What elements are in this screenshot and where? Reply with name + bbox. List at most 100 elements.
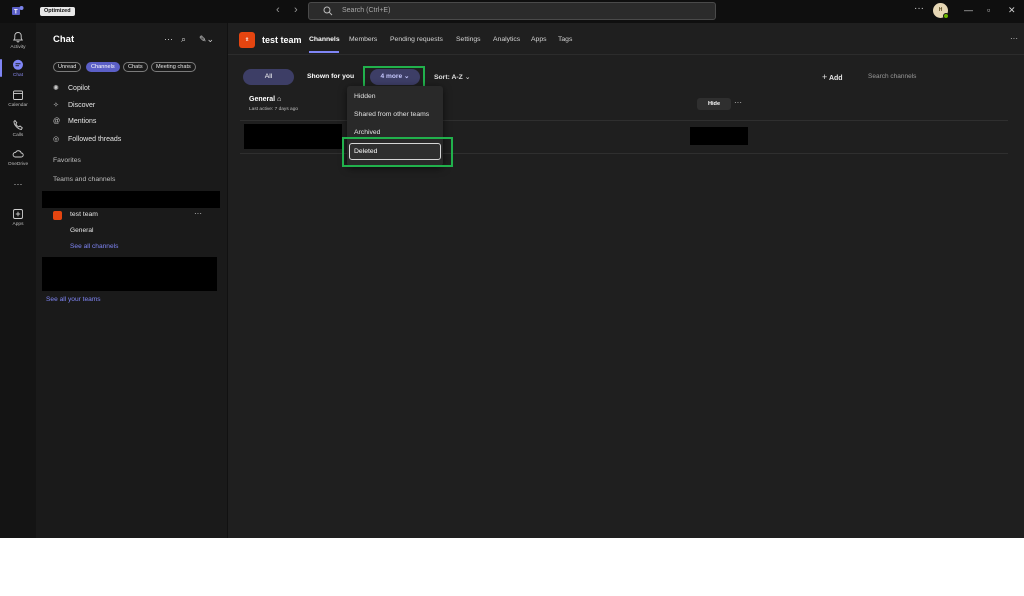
page-title: test team [262, 35, 302, 45]
sidebar-item-label: Mentions [68, 118, 97, 125]
copilot-icon: ✺ [53, 85, 59, 92]
rail-item-apps[interactable]: Apps [0, 204, 36, 232]
rail-item-chat[interactable]: Chat [0, 55, 36, 83]
sidebar-item-label: Copilot [68, 85, 90, 92]
plus-icon: + [822, 72, 828, 82]
phone-icon [13, 119, 23, 130]
title-bar: T Optimized ‹ › Search (Ctrl+E) ··· H — … [0, 0, 1024, 23]
highlight-box [342, 137, 453, 167]
more-options-icon[interactable]: ··· [1010, 34, 1018, 43]
rail-item-calendar[interactable]: Calendar [0, 85, 36, 113]
menu-item-archived[interactable]: Archived [354, 129, 380, 136]
add-label: Add [828, 75, 843, 82]
teams-window: T Optimized ‹ › Search (Ctrl+E) ··· H — … [0, 0, 1024, 538]
more-options-icon[interactable]: ··· [164, 34, 173, 44]
sort-button[interactable]: Sort: A-Z ⌄ [434, 73, 470, 81]
filter-meeting-chats[interactable]: Meeting chats [151, 62, 196, 72]
chat-icon [13, 59, 23, 70]
search-icon[interactable]: ⌕ [181, 34, 186, 45]
teams-channels-section[interactable]: Teams and channels [53, 176, 115, 183]
rail-label: Apps [12, 222, 24, 227]
channel-more-icon[interactable]: ··· [734, 98, 742, 107]
sidebar-item-label: Followed threads [68, 136, 122, 143]
menu-item-hidden[interactable]: Hidden [354, 93, 376, 100]
calendar-icon [13, 90, 23, 100]
avatar-initials: H [938, 7, 943, 13]
redacted-block [42, 257, 217, 291]
team-header: tt test team Channels Members Pending re… [228, 23, 1024, 55]
avatar[interactable]: H [933, 3, 949, 19]
rail-label: Chat [12, 73, 24, 78]
global-search-input[interactable]: Search (Ctrl+E) [308, 2, 716, 20]
filter-channels[interactable]: Channels [86, 62, 120, 72]
apps-add-icon [13, 209, 23, 219]
chevron-down-icon: ⌄ [464, 74, 471, 81]
sidebar-title: Chat [53, 34, 75, 45]
redacted-block [690, 127, 748, 145]
minimize-icon[interactable]: — [964, 5, 973, 15]
redacted-block [244, 124, 342, 149]
rail-item-calls[interactable]: Calls [0, 115, 36, 143]
svg-text:T: T [14, 10, 18, 16]
see-all-teams-link[interactable]: See all your teams [46, 296, 101, 303]
tab-channels[interactable]: Channels [309, 36, 340, 43]
app-rail: Activity Chat Calendar Calls OneDrive ··… [0, 23, 36, 538]
more-options-icon[interactable]: ··· [914, 3, 924, 14]
search-icon [323, 6, 333, 16]
rail-label: Activity [10, 45, 26, 50]
channel-name-label: General [249, 96, 276, 103]
teams-logo-icon: T [12, 6, 24, 16]
thread-icon: ◎ [53, 136, 60, 143]
sparkle-icon: ✧ [53, 102, 59, 109]
rail-label: OneDrive [7, 162, 29, 167]
cloud-icon [12, 150, 24, 158]
back-arrow-icon[interactable]: ‹ [276, 4, 280, 16]
presence-available-icon [943, 13, 949, 19]
filter-chats[interactable]: Chats [123, 62, 148, 72]
chat-sidebar: Chat ··· ⌕ ✎⌄ Unread Channels Chats Meet… [36, 23, 228, 538]
optimized-badge: Optimized [40, 7, 75, 16]
rail-item-onedrive[interactable]: OneDrive [0, 144, 36, 172]
tab-analytics[interactable]: Analytics [493, 36, 520, 43]
hide-channel-button[interactable]: Hide [697, 98, 731, 110]
channel-item-general[interactable]: General [70, 227, 93, 234]
add-channel-button[interactable]: + Add [822, 72, 843, 82]
close-icon[interactable]: ✕ [1008, 5, 1016, 16]
compose-icon[interactable]: ✎⌄ [199, 34, 214, 45]
search-placeholder: Search (Ctrl+E) [342, 7, 391, 14]
team-avatar [53, 211, 62, 220]
at-icon: @ [53, 118, 61, 125]
tab-apps[interactable]: Apps [531, 36, 547, 43]
restore-icon[interactable]: ▫ [987, 5, 990, 15]
more-apps-icon[interactable]: ··· [0, 179, 36, 193]
sidebar-item-followed-threads[interactable]: ◎ Followed threads [53, 135, 121, 146]
tab-pending-requests[interactable]: Pending requests [390, 36, 443, 43]
all-channels-button[interactable]: All [243, 69, 294, 85]
team-item-test-team[interactable]: test team [70, 211, 98, 218]
rail-label: Calendar [8, 103, 28, 108]
active-tab-indicator [309, 51, 339, 53]
sidebar-item-copilot[interactable]: ✺ Copilot [53, 84, 90, 95]
sort-label: Sort: A-Z [434, 74, 463, 81]
tab-tags[interactable]: Tags [558, 36, 572, 43]
team-more-icon[interactable]: ··· [194, 209, 202, 218]
see-all-channels-link[interactable]: See all channels [70, 243, 118, 250]
menu-item-shared[interactable]: Shared from other teams [354, 111, 429, 118]
filter-unread[interactable]: Unread [53, 62, 82, 72]
tab-settings[interactable]: Settings [456, 36, 481, 43]
forward-arrow-icon[interactable]: › [294, 4, 298, 16]
channel-last-active: Last active: 7 days ago [249, 107, 299, 112]
tab-members[interactable]: Members [349, 36, 377, 43]
channel-name[interactable]: General ⌂ [249, 96, 281, 103]
favorites-section[interactable]: Favorites [53, 157, 81, 164]
sidebar-item-discover[interactable]: ✧ Discover [53, 101, 95, 112]
shown-for-you-button[interactable]: Shown for you [307, 73, 354, 80]
redacted-block [42, 191, 220, 208]
search-channels-input[interactable]: Search channels [868, 73, 916, 80]
sidebar-item-mentions[interactable]: @ Mentions [53, 118, 96, 129]
bell-icon [13, 32, 23, 43]
home-icon: ⌂ [277, 96, 282, 103]
sidebar-item-label: Discover [68, 102, 96, 109]
rail-item-activity[interactable]: Activity [0, 27, 36, 55]
rail-label: Calls [12, 133, 24, 138]
